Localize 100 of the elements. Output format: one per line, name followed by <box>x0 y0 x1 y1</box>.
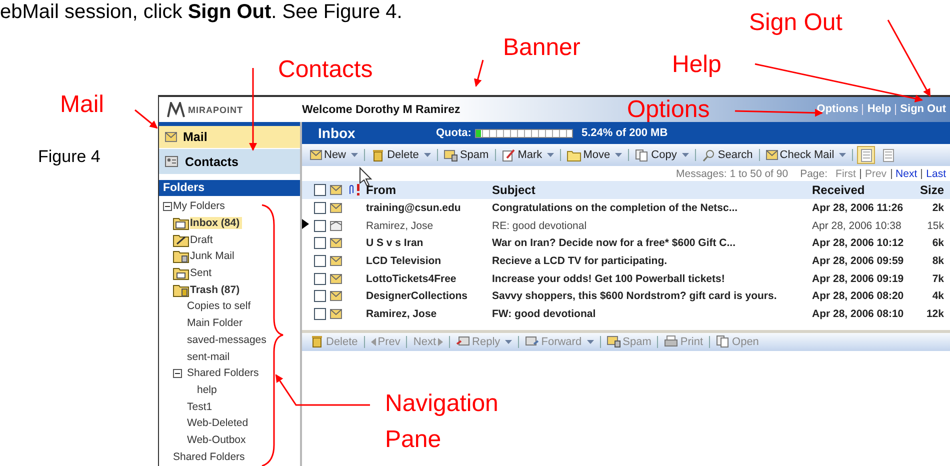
figure-caption: Figure 4 <box>38 147 100 166</box>
column-header[interactable]: From <box>366 183 492 197</box>
folder-item[interactable]: Trash (87) <box>190 284 242 296</box>
left-arrow-icon <box>370 338 376 346</box>
row-checkbox[interactable] <box>314 237 326 250</box>
folders-header: Folders <box>159 180 300 196</box>
messages-count: Messages: 1 to 50 of 90 <box>676 168 788 180</box>
quota-label: Quota: <box>436 127 472 139</box>
table-cell-text: 12k <box>925 308 944 320</box>
table-cell-text: Savvy shoppers, this $600 Nordstrom? gift card is yours. <box>492 290 778 302</box>
folder-item[interactable]: My Folders <box>173 200 227 212</box>
table-cell-text: RE: good devotional <box>492 220 588 232</box>
caret-icon <box>351 153 358 157</box>
folder-item[interactable]: Sent <box>190 267 214 280</box>
quota-text: 5.24% of 200 MB <box>581 127 668 139</box>
folder-item[interactable]: Draft <box>190 234 215 246</box>
caret-icon <box>839 153 846 157</box>
folder-item[interactable]: Inbox (84) <box>190 217 242 230</box>
table-cell-text: Recieve a LCD TV for participating. <box>492 254 668 267</box>
row-checkbox[interactable] <box>314 220 326 232</box>
toolbar-button[interactable]: Copy <box>633 148 691 162</box>
printer-icon <box>664 335 678 348</box>
junk-folder-icon <box>606 335 621 348</box>
table-cell-text: Ramirez, Jose <box>366 308 438 320</box>
callout-label: Help <box>672 50 722 80</box>
right-arrow-icon <box>438 338 444 346</box>
collapse-toggle-icon[interactable] <box>163 202 172 211</box>
row-checkbox[interactable] <box>314 290 326 302</box>
folder-item[interactable]: Test1 <box>187 400 214 413</box>
table-cell-text: Apr 28, 2006 10:12 <box>812 237 905 250</box>
callout-label: Sign Out <box>749 8 842 38</box>
toolbar-button[interactable]: Spam <box>442 148 491 162</box>
envelope-icon <box>330 274 342 284</box>
toolbar-button[interactable]: Delete <box>369 148 433 162</box>
collapse-toggle-icon[interactable] <box>173 368 182 378</box>
toolbar-button[interactable]: Check Mail <box>764 149 848 161</box>
column-header[interactable]: Size <box>918 183 944 197</box>
caret-icon <box>505 340 512 344</box>
folder-item[interactable]: sent-mail <box>187 350 232 363</box>
select-all-checkbox[interactable] <box>314 184 326 196</box>
toolbar-button[interactable]: Search <box>700 148 755 162</box>
row-checkbox[interactable] <box>314 308 326 320</box>
junk-folder-icon <box>173 249 189 264</box>
pencil-icon <box>502 148 516 162</box>
folder-item[interactable]: Shared Folders <box>187 367 261 380</box>
callout-label: Contacts <box>278 55 373 85</box>
instruction-text: ebMail session, click Sign Out. See Figure 4. <box>0 0 402 24</box>
view-button[interactable] <box>857 146 876 164</box>
envelope-icon <box>310 150 322 160</box>
page-link[interactable]: First <box>832 168 856 178</box>
folder-item[interactable]: saved-messages <box>187 334 268 346</box>
table-cell-text: Ramirez, Jose <box>366 220 434 232</box>
page-link[interactable]: Next <box>890 168 918 178</box>
table-cell-text: Increase your odds! Get 100 Powerball tickets! <box>492 272 726 285</box>
inbox-title: Inbox <box>318 125 356 141</box>
table-cell-text: Apr 28, 2006 11:26 <box>812 202 904 214</box>
table-cell-text: LottoTickets4Free <box>366 272 458 285</box>
row-checkbox[interactable] <box>314 254 326 267</box>
envelope-icon <box>165 132 177 142</box>
folder-item[interactable]: Main Folder <box>187 317 244 330</box>
table-cell-text: DesignerCollections <box>366 290 469 302</box>
envelope-icon <box>330 256 342 266</box>
column-header[interactable]: Subject <box>492 183 812 197</box>
folder-item[interactable]: Web-Outbox <box>187 434 248 446</box>
logo-text: MIRAPOINT <box>188 104 243 114</box>
folder-item[interactable]: help <box>197 384 219 396</box>
nav-tab[interactable]: Mail <box>159 122 300 149</box>
envelope-icon <box>330 185 342 195</box>
address-card-icon <box>165 155 179 168</box>
folder-icon <box>567 148 582 162</box>
table-cell-text: 6k <box>931 237 944 250</box>
table-cell-text: Apr 28, 2006 08:20 <box>812 290 905 302</box>
row-checkbox[interactable] <box>314 202 326 214</box>
logo-icon <box>167 102 185 118</box>
row-checkbox[interactable] <box>314 272 326 285</box>
folder-item[interactable]: Junk Mail <box>190 250 236 262</box>
column-header[interactable]: Received <box>812 183 918 197</box>
table-cell-text: Congratulations on the completion of the Netsc... <box>492 202 739 214</box>
trash-icon <box>371 148 386 162</box>
banner-link[interactable]: Sign Out <box>895 104 946 115</box>
toolbar-button[interactable]: Mark <box>500 148 556 162</box>
table-cell-text: Apr 28, 2006 08:10 <box>812 308 905 320</box>
trash-icon <box>310 335 324 348</box>
table-cell-text: FW: good devotional <box>492 308 597 320</box>
page-link[interactable]: Prev <box>860 168 887 178</box>
callout-arrow <box>474 60 484 87</box>
mouse-pointer-icon <box>360 166 372 187</box>
folder-item[interactable]: Shared Folders <box>173 450 247 463</box>
folder-item[interactable]: Web-Deleted <box>187 417 250 430</box>
callout-label: Banner <box>503 33 580 63</box>
envelope-icon <box>330 220 342 231</box>
table-cell-text: LCD Television <box>366 254 442 267</box>
toolbar-button[interactable]: New <box>308 149 360 161</box>
nav-tab[interactable]: Contacts <box>159 149 300 175</box>
callout-arrow <box>134 109 158 129</box>
envelope-icon <box>525 335 540 348</box>
folder-item[interactable]: Copies to self <box>187 300 253 312</box>
envelope-icon <box>456 335 470 348</box>
toolbar-button[interactable]: Move <box>565 148 624 162</box>
page-link[interactable]: Last <box>921 168 946 178</box>
